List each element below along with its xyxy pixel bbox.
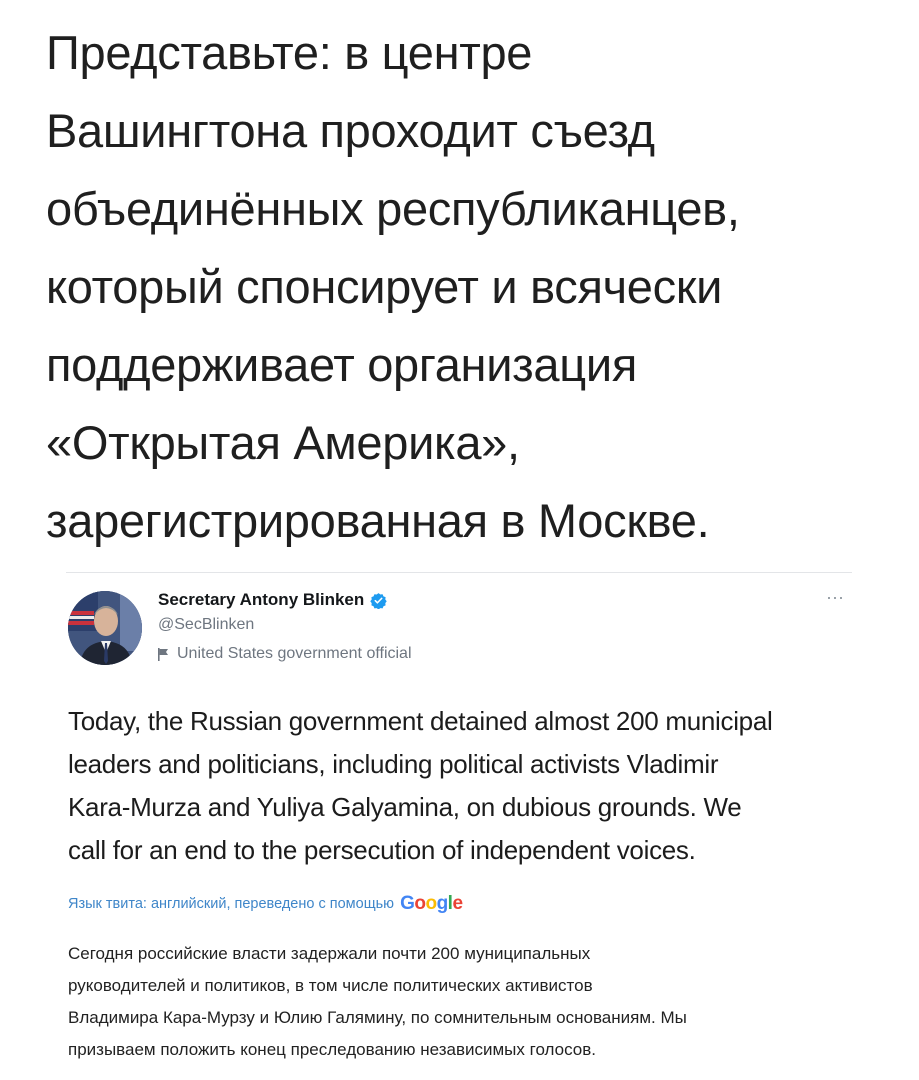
translated-line: Владимира Кара-Мурзу и Юлию Галямину, по… — [68, 1008, 687, 1027]
government-label-text: United States government official — [177, 645, 412, 662]
avatar[interactable] — [68, 591, 142, 665]
author-name[interactable]: Secretary Antony Blinken — [158, 590, 364, 610]
tweet-divider — [66, 572, 852, 573]
flag-icon — [158, 647, 168, 661]
translated-line: Сегодня российские власти задержали почт… — [68, 944, 591, 963]
tweet-text-line: Today, the Russian government detained a… — [68, 706, 773, 736]
more-options-button[interactable]: ··· — [826, 588, 844, 606]
translation-note-text[interactable]: Язык твита: английский, переведено с пом… — [68, 896, 394, 912]
headline-line: Вашингтона проходит съезд — [46, 104, 655, 157]
tweet-text-line: Kara-Murza and Yuliya Galyamina, on dubi… — [68, 792, 742, 822]
verified-badge-icon — [370, 592, 387, 609]
tweet-text-line: call for an end to the persecution of in… — [68, 835, 696, 865]
translated-line: призываем положить конец преследованию н… — [68, 1040, 596, 1059]
headline-line: «Открытая Америка», — [46, 416, 520, 469]
headline-line: зарегистрированная в Москве. — [46, 494, 710, 547]
headline-line: поддерживает организация — [46, 338, 637, 391]
headline: Представьте: в центре Вашингтона проходи… — [46, 14, 906, 560]
government-label: United States government official — [158, 645, 412, 663]
tweet-text-line: leaders and politicians, including polit… — [68, 749, 719, 779]
author-handle[interactable]: @SecBlinken — [158, 616, 254, 634]
avatar-photo — [68, 591, 142, 665]
headline-line: объединённых республиканцев, — [46, 182, 740, 235]
headline-line: который спонсирует и всячески — [46, 260, 723, 313]
tweet-text: Today, the Russian government detained a… — [68, 700, 868, 872]
google-logo: Google — [400, 893, 463, 914]
translation-note[interactable]: Язык твита: английский, переведено с пом… — [68, 893, 463, 915]
author-name-row[interactable]: Secretary Antony Blinken — [158, 590, 387, 610]
translated-text: Сегодня российские власти задержали почт… — [68, 938, 868, 1066]
translated-line: руководителей и политиков, в том числе п… — [68, 976, 593, 995]
headline-line: Представьте: в центре — [46, 26, 533, 79]
